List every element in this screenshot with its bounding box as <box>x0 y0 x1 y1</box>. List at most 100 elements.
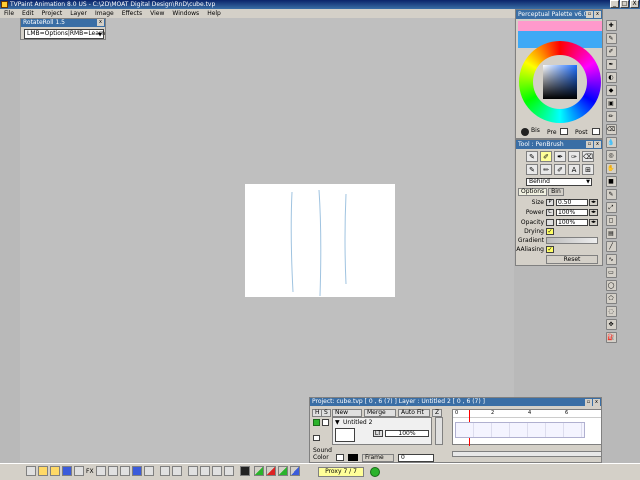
polygon-icon[interactable]: ⬠ <box>605 293 617 304</box>
menu-help[interactable]: Help <box>207 9 221 18</box>
swatch-icon[interactable]: ■ <box>605 176 617 187</box>
saturation-value-square[interactable] <box>543 65 577 99</box>
frame-icon[interactable] <box>144 466 154 476</box>
blur-icon[interactable]: ◎ <box>605 150 617 161</box>
layer-solo-toggle[interactable] <box>322 419 329 426</box>
new-file-icon[interactable] <box>26 466 36 476</box>
crayon-icon[interactable]: ✏ <box>540 164 552 175</box>
tool-close-button[interactable]: x <box>594 141 601 148</box>
timeline-scrollbar[interactable] <box>452 451 602 457</box>
secondary-color-swatch[interactable] <box>336 454 344 461</box>
sketch-icon[interactable]: ✏ <box>605 111 617 122</box>
ellipse-icon[interactable]: ◯ <box>605 280 617 291</box>
brush-icon[interactable]: ✎ <box>605 33 617 44</box>
layer-item[interactable]: ▼ Untitled 2 LT 100% <box>332 417 432 445</box>
layer-visible-toggle[interactable] <box>313 419 320 426</box>
color-toggle-red-icon[interactable] <box>266 466 276 476</box>
color-toggle-green-2-icon[interactable] <box>278 466 288 476</box>
grid-icon[interactable] <box>188 466 198 476</box>
gradient-bar[interactable] <box>546 237 598 244</box>
menu-windows[interactable]: Windows <box>172 9 199 18</box>
size-stepper[interactable]: ◂▸ <box>589 199 598 206</box>
shape-icon[interactable]: ◻ <box>605 215 617 226</box>
paint-bucket-icon[interactable]: ⛽ <box>605 332 617 343</box>
layer-lock-toggle[interactable] <box>313 435 320 441</box>
eraser-icon[interactable]: ⌫ <box>605 124 617 135</box>
custom-brush-icon[interactable]: ⊞ <box>582 164 594 175</box>
water-icon[interactable]: 💧 <box>605 137 617 148</box>
timeline-track[interactable]: 0 2 4 6 <box>452 409 602 446</box>
tab-bin[interactable]: Bin <box>548 188 564 196</box>
stamp-icon[interactable]: ▣ <box>605 98 617 109</box>
merge-button[interactable]: Merge <box>364 409 396 417</box>
onion-skin-icon[interactable] <box>160 466 170 476</box>
spray-icon[interactable] <box>224 466 234 476</box>
gradient-icon[interactable]: ◐ <box>605 72 617 83</box>
menu-effects[interactable]: Effects <box>122 9 142 18</box>
paintbrush-icon[interactable]: ✑ <box>568 151 580 162</box>
proxy-indicator[interactable]: Proxy 7 / 7 <box>318 467 364 477</box>
maximize-button[interactable]: □ <box>620 0 629 8</box>
minimize-button[interactable]: _ <box>610 0 619 8</box>
open-recent-icon[interactable] <box>50 466 60 476</box>
picker-icon[interactable]: ✚ <box>605 20 617 31</box>
menu-layer[interactable]: Layer <box>70 9 87 18</box>
color-toggle-blue-icon[interactable] <box>290 466 300 476</box>
curve-icon[interactable]: ∿ <box>605 254 617 265</box>
rotate-roll-mode-select[interactable]: LMB=Options|RMB=Learn ▼ <box>24 29 105 39</box>
color-dot-icon[interactable] <box>521 128 529 136</box>
drawing-canvas[interactable] <box>245 184 395 297</box>
layer-opacity-field[interactable]: 100% <box>385 430 429 437</box>
marker-icon[interactable]: ✎ <box>526 164 538 175</box>
antialiasing-checkbox[interactable]: ✓ <box>546 246 554 253</box>
mirror-icon[interactable] <box>240 466 250 476</box>
palette-dock-button[interactable]: ▫ <box>586 11 593 18</box>
airbrush-icon[interactable]: ✒ <box>554 151 566 162</box>
close-icon[interactable]: x <box>97 19 104 26</box>
symmetry-icon[interactable] <box>200 466 210 476</box>
zoom-icon[interactable] <box>96 466 106 476</box>
layer-tool-icon[interactable]: ▤ <box>605 228 617 239</box>
light-table-toggle[interactable]: LT <box>373 430 383 437</box>
blur-brush-icon[interactable]: ✐ <box>554 164 566 175</box>
size-input[interactable]: 0.50 <box>556 199 588 206</box>
opacity-toggle[interactable] <box>546 219 554 226</box>
draw-mode-select[interactable]: Behind ▼ <box>526 178 592 186</box>
line-icon[interactable]: ╱ <box>605 241 617 252</box>
color-wheel[interactable] <box>519 41 601 123</box>
power-stepper[interactable]: ◂▸ <box>589 209 598 216</box>
post-checkbox[interactable] <box>592 128 600 135</box>
layer-scrollbar[interactable] <box>435 417 443 445</box>
menu-image[interactable]: Image <box>95 9 114 18</box>
autofit-button[interactable]: Auto Fit <box>398 409 430 417</box>
new-layer-button[interactable]: New <box>332 409 362 417</box>
layer-clip[interactable] <box>455 422 585 438</box>
pan-icon[interactable]: ✥ <box>605 319 617 330</box>
lasso-icon[interactable]: ◌ <box>605 306 617 317</box>
solo-column[interactable]: S <box>321 409 331 417</box>
primary-color-swatch[interactable] <box>348 454 358 461</box>
settings-icon[interactable] <box>120 466 130 476</box>
play-icon[interactable] <box>108 466 118 476</box>
frame-input[interactable]: 0 <box>398 454 434 462</box>
opacity-stepper[interactable]: ◂▸ <box>589 219 598 226</box>
text-tool-icon[interactable]: A <box>568 164 580 175</box>
tool-dock-button[interactable]: ▫ <box>586 141 593 148</box>
clock-icon[interactable] <box>212 466 222 476</box>
zoom-button[interactable]: Z <box>432 409 443 417</box>
drying-checkbox[interactable]: ✓ <box>546 228 554 235</box>
warp-icon[interactable]: ⤢ <box>605 202 617 213</box>
previous-color-swatch[interactable] <box>518 21 602 31</box>
display-icon[interactable] <box>132 466 142 476</box>
color-toggle-green-icon[interactable] <box>254 466 264 476</box>
tab-options[interactable]: Options <box>518 188 548 196</box>
timeline-dock-button[interactable]: ▫ <box>585 399 592 406</box>
menu-edit[interactable]: Edit <box>22 9 34 18</box>
fx-label[interactable]: FX <box>86 468 94 475</box>
power-input[interactable]: 100% <box>556 209 588 216</box>
stencil-icon[interactable] <box>172 466 182 476</box>
layers-icon[interactable] <box>74 466 84 476</box>
opacity-input[interactable]: 100% <box>556 219 588 226</box>
menu-file[interactable]: File <box>4 9 14 18</box>
eraser-icon[interactable]: ⌫ <box>582 151 594 162</box>
